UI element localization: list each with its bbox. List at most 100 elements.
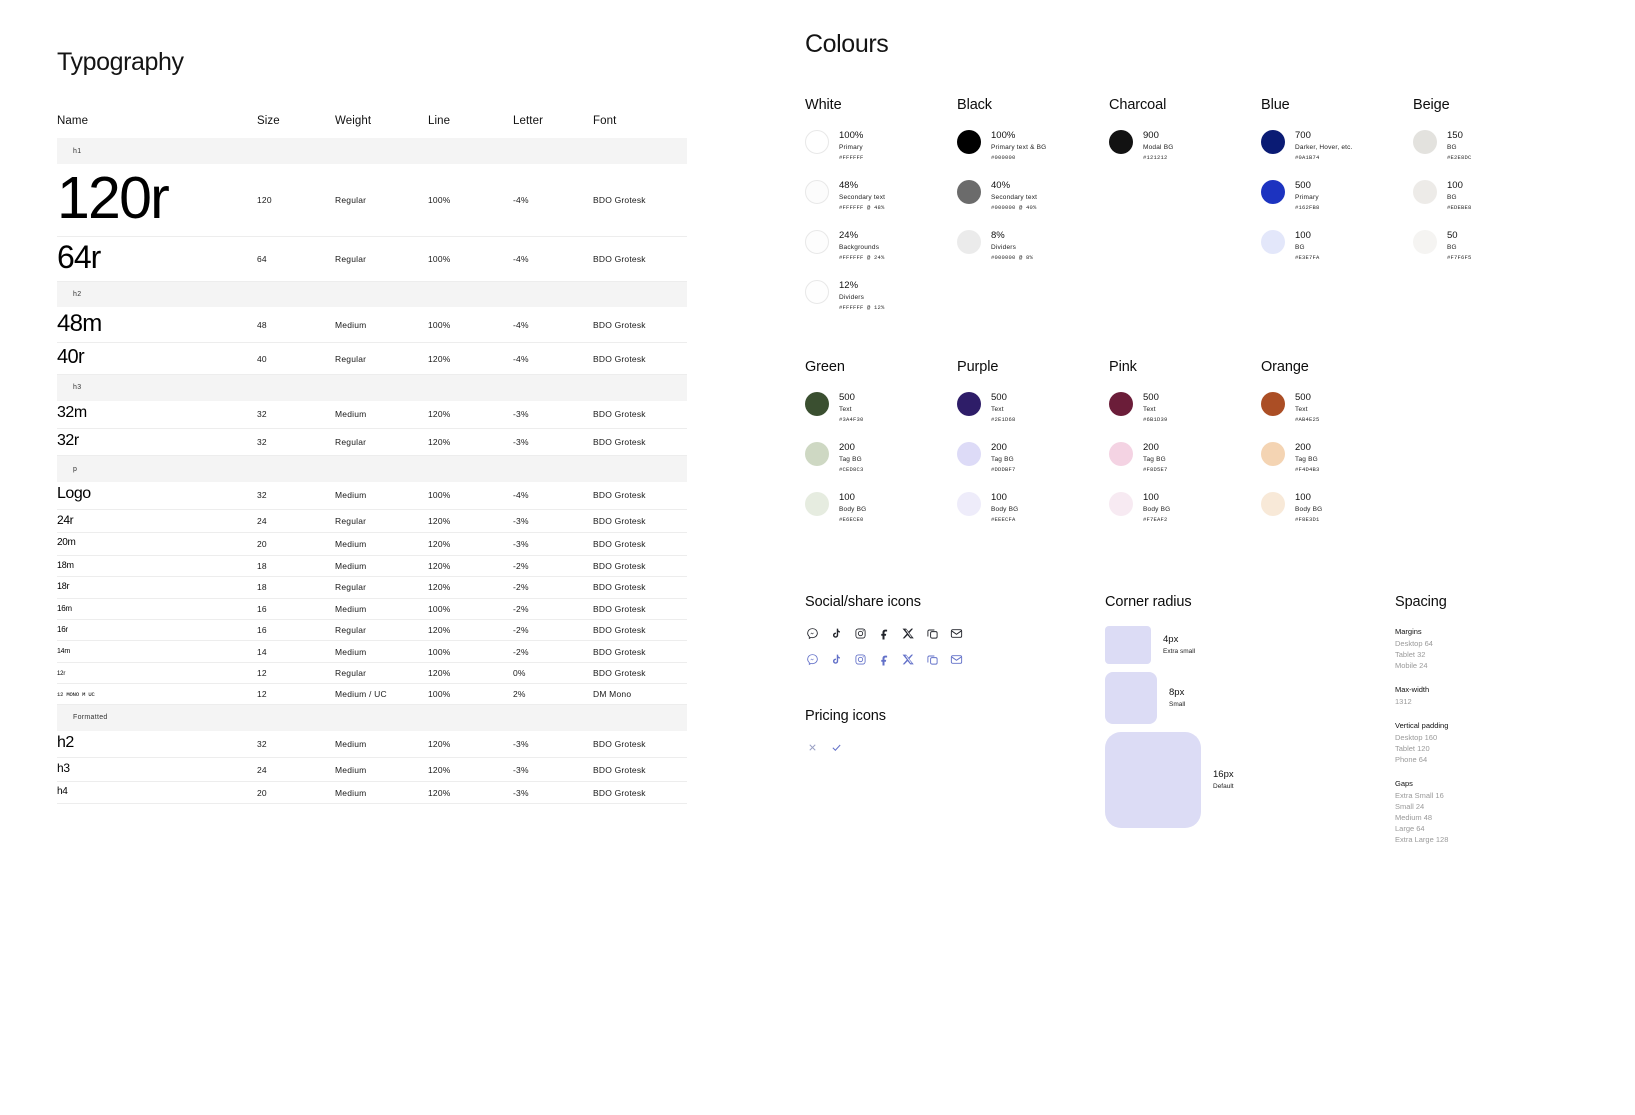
x-twitter-icon[interactable]: [901, 626, 915, 640]
spacing-value: 1312: [1395, 697, 1412, 706]
table-row: 48m 48 Medium 100% -4% BDO Grotesk: [57, 307, 687, 343]
table-row: h2 32 Medium 120% -3% BDO Grotesk: [57, 731, 687, 758]
colour-swatch-level: 700: [1295, 130, 1311, 141]
table-row: 12 MONO M UC 12 Medium / UC 100% 2% DM Mono: [57, 684, 687, 705]
typography-letter-cell: -3%: [513, 515, 529, 526]
spacing-group-title: Vertical padding: [1395, 721, 1449, 730]
colour-swatch-level: 48%: [839, 180, 859, 191]
table-row: 64r 64 Regular 100% -4% BDO Grotesk: [57, 236, 687, 282]
typography-font-cell: BDO Grotesk: [593, 646, 646, 657]
typography-group-divider: p: [57, 455, 687, 482]
spacing-value: Mobile 24: [1395, 661, 1428, 670]
messenger-icon[interactable]: [805, 626, 819, 640]
colour-swatch: [1109, 492, 1133, 516]
email-icon[interactable]: [949, 652, 963, 666]
typography-sample-text: 14m: [57, 648, 70, 656]
colour-swatch-row: 40% Secondary text #000000 @ 40%: [957, 179, 1109, 213]
colour-swatch-level: 100: [839, 492, 855, 503]
column-header-letter: Letter: [513, 115, 544, 127]
colour-swatch-meta: 100 Body BG #EEECFA: [991, 491, 1018, 525]
typography-sample-cell: 12r: [57, 662, 257, 683]
colour-swatch-usage: Text: [991, 406, 1004, 413]
x-twitter-icon[interactable]: [901, 652, 915, 666]
typography-weight-cell: Medium: [335, 764, 367, 775]
colour-swatch: [1109, 442, 1133, 466]
facebook-icon[interactable]: [877, 626, 891, 640]
colour-swatch-hex: #F8D5E7: [1143, 466, 1168, 473]
colour-swatch-level: 50: [1447, 230, 1458, 241]
colour-swatch-level: 100: [1295, 230, 1311, 241]
colour-group-title: Blue: [1261, 97, 1290, 113]
colour-swatch-level: 900: [1143, 130, 1159, 141]
table-row: 16r 16 Regular 120% -2% BDO Grotesk: [57, 619, 687, 641]
typography-sample-text: 16m: [57, 603, 72, 613]
colour-swatch-hex: #E2E8DC: [1447, 154, 1472, 161]
typography-font-cell: BDO Grotesk: [593, 603, 646, 614]
typography-line-cell: 120%: [428, 515, 451, 526]
typography-font-cell: BDO Grotesk: [593, 538, 646, 549]
copy-link-icon[interactable]: [925, 652, 939, 666]
tiktok-icon[interactable]: [829, 626, 843, 640]
spacing-title: Spacing: [1395, 594, 1447, 610]
spacing-value: Tablet 120: [1395, 744, 1430, 753]
typography-weight-cell: Regular: [335, 625, 367, 636]
typography-font-cell: BDO Grotesk: [593, 764, 646, 775]
colour-swatch: [1261, 130, 1285, 154]
spacing-value: Extra Large 128: [1395, 835, 1449, 844]
colour-swatch-usage: BG: [1447, 244, 1457, 251]
colour-swatch-meta: 200 Tag BG #DDDBF7: [991, 441, 1016, 475]
colour-group-white: White 100% Primary #FFFFFF 48% Secondary text…: [805, 97, 957, 329]
pricing-icons-title: Pricing icons: [805, 708, 886, 724]
colour-swatch: [1413, 180, 1437, 204]
email-icon[interactable]: [949, 626, 963, 640]
colour-swatch-level: 12%: [839, 280, 859, 291]
colour-swatch-level: 40%: [991, 180, 1011, 191]
typography-weight-cell: Medium: [335, 538, 367, 549]
typography-line-cell: 100%: [428, 689, 451, 699]
facebook-icon[interactable]: [877, 652, 891, 666]
pricing-icon-row: [805, 740, 1105, 754]
typography-line-cell: 120%: [428, 738, 451, 749]
colour-swatch-usage: Darker, Hover, etc.: [1295, 144, 1353, 151]
colours-title: Colours: [805, 30, 889, 58]
social-icon-row: [805, 626, 1105, 640]
typography-letter-cell: -2%: [513, 625, 529, 636]
colour-swatch-usage: Secondary text: [839, 194, 886, 201]
messenger-icon[interactable]: [805, 652, 819, 666]
colour-group-title: Beige: [1413, 97, 1450, 113]
check-icon[interactable]: [829, 740, 843, 754]
colour-swatch-usage: Primary: [1295, 194, 1319, 201]
table-row: 120r 120 Regular 100% -4% BDO Grotesk: [57, 164, 687, 237]
colour-swatch-hex: #F8E3D1: [1295, 516, 1320, 523]
colour-swatch-level: 500: [1143, 392, 1159, 403]
instagram-icon[interactable]: [853, 626, 867, 640]
typography-sample-cell: 12 MONO M UC: [57, 684, 257, 705]
instagram-icon[interactable]: [853, 652, 867, 666]
copy-link-icon[interactable]: [925, 626, 939, 640]
typography-line-cell: 100%: [428, 646, 451, 657]
colour-swatch-usage: Dividers: [991, 244, 1017, 251]
corner-radius-value: 4px: [1163, 634, 1179, 645]
tiktok-icon[interactable]: [829, 652, 843, 666]
colour-swatch-level: 100: [991, 492, 1007, 503]
cross-icon[interactable]: [805, 740, 819, 754]
typography-weight-cell: Medium: [335, 603, 367, 614]
typography-sample-text: 16r: [57, 624, 68, 634]
typography-letter-cell: -4%: [513, 194, 529, 205]
colour-swatch-meta: 100% Primary #FFFFFF: [839, 129, 864, 163]
typography-weight-cell: Medium: [335, 646, 367, 657]
typography-sample-text: 18r: [57, 581, 70, 592]
typography-size-cell: 20: [257, 787, 267, 798]
table-row: 32r 32 Regular 120% -3% BDO Grotesk: [57, 428, 687, 456]
typography-weight-cell: Regular: [335, 353, 367, 364]
typography-line-cell: 100%: [428, 253, 451, 264]
typography-letter-cell: -3%: [513, 436, 529, 447]
typography-line-cell: 100%: [428, 603, 451, 614]
typography-size-cell: 120: [257, 194, 272, 205]
corner-radius-meta: 4px Extra small: [1163, 633, 1195, 657]
colour-swatch: [805, 230, 829, 254]
typography-sample-text: 40r: [57, 346, 85, 369]
colour-swatch-hex: #0A1B74: [1295, 154, 1320, 161]
colour-swatch-row: 500 Primary #162FB8: [1261, 179, 1413, 213]
colour-swatch-meta: 500 Primary #162FB8: [1295, 179, 1320, 213]
